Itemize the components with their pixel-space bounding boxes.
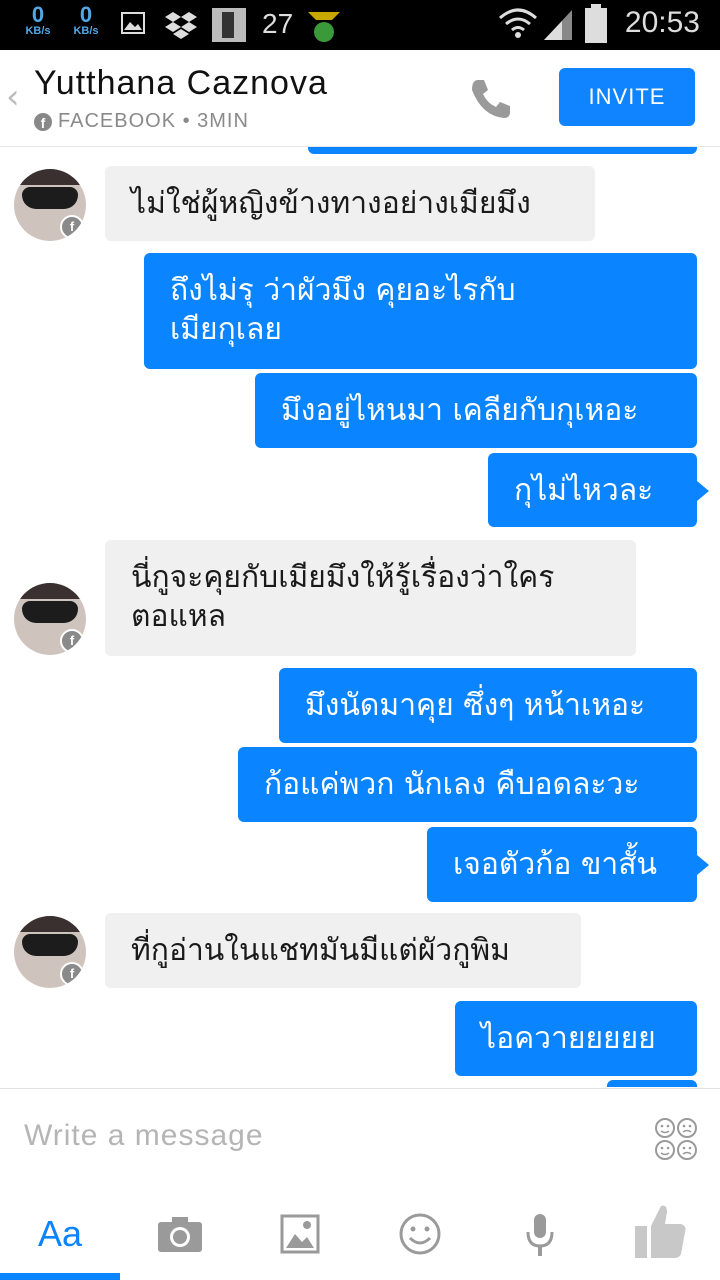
status-bar: 0 KB/s 0 KB/s 27 20:53 <box>0 0 720 50</box>
avatar-hair <box>14 583 86 599</box>
message-text: กุไม่ไหวละ <box>514 473 654 508</box>
avatar-glasses <box>22 601 78 623</box>
invite-button[interactable]: INVITE <box>559 68 695 126</box>
message-text-line: ถึงไม่รุ ว่าผัวมึง คุยอะไรกับ <box>170 273 516 308</box>
message-bubble-outgoing[interactable] <box>607 1080 697 1087</box>
net-speed-value: 0 <box>31 2 45 27</box>
facebook-icon: f <box>34 113 52 131</box>
composer: Write a message <box>0 1088 720 1189</box>
message-text: ไอควายยยยย <box>481 1021 656 1056</box>
conversation-header: ‹ Yutthana Caznova f FACEBOOK • 3MIN INV… <box>0 50 720 147</box>
microphone-icon <box>526 1214 554 1256</box>
avatar-hair <box>14 916 86 932</box>
facebook-badge-icon: f <box>60 629 84 653</box>
bubble-tail <box>697 481 709 501</box>
emoji-button[interactable] <box>360 1188 480 1280</box>
battery-icon <box>585 4 607 43</box>
network-speed-2: 0 KB/s <box>66 4 106 37</box>
avatar-glasses <box>22 934 78 956</box>
chevron-left-icon[interactable]: ‹ <box>6 80 20 114</box>
avatar[interactable]: f <box>14 583 86 655</box>
message-bubble-outgoing[interactable]: กุไม่ไหวละ <box>488 453 697 527</box>
avatar[interactable]: f <box>14 169 86 241</box>
smiley-icon <box>399 1213 441 1255</box>
wifi-icon <box>499 8 537 38</box>
camera-button[interactable] <box>120 1188 240 1280</box>
network-speed-1: 0 KB/s <box>18 4 58 37</box>
sticker-icon[interactable] <box>654 1117 698 1161</box>
bubble-tail <box>697 855 709 875</box>
avatar-hair <box>14 169 86 185</box>
message-text-line: เมียกุเลย <box>170 312 282 347</box>
message-bubble-outgoing[interactable]: มึงนัดมาคุย ซึ่งๆ หน้าเหอะ <box>279 668 697 743</box>
message-text: ที่กูอ่านในแชทมันมีแต่ผัวกูพิม <box>131 933 510 968</box>
message-list[interactable]: f ไม่ใช่ผู้หญิงข้างทางอย่างเมียมึง ถึงไม… <box>0 147 720 1087</box>
text-tab[interactable]: Aa <box>0 1188 120 1280</box>
net-speed-unit: KB/s <box>73 25 99 37</box>
active-tab-indicator <box>0 1273 120 1280</box>
message-bubble-outgoing[interactable]: เจอตัวก้อ ขาสั้น <box>427 827 697 902</box>
message-input[interactable]: Write a message <box>24 1119 264 1153</box>
contact-name[interactable]: Yutthana Caznova <box>34 64 328 103</box>
like-button[interactable] <box>600 1188 720 1280</box>
composer-toolbar: Aa <box>0 1188 720 1280</box>
cell-signal-icon <box>544 10 572 40</box>
thumbs-up-icon <box>635 1205 686 1258</box>
message-text: เจอตัวก้อ ขาสั้น <box>453 847 658 882</box>
avatar-glasses <box>22 187 78 209</box>
message-text-line: นี่กูจะคุยกับเมียมึงให้รู้เรื่องว่าใคร <box>131 560 555 595</box>
gallery-notification-icon <box>121 12 145 34</box>
dropbox-icon <box>165 12 197 39</box>
message-text: มึงนัดมาคุย ซึ่งๆ หน้าเหอะ <box>305 688 646 723</box>
avatar[interactable]: f <box>14 916 86 988</box>
net-speed-value: 0 <box>79 2 93 27</box>
gallery-button[interactable] <box>240 1188 360 1280</box>
message-text-line: ตอแหล <box>131 599 226 634</box>
message-bubble-outgoing[interactable]: ก้อแค่พวก นักเลง คืบอดละวะ <box>238 747 697 822</box>
message-bubble-incoming[interactable]: ไม่ใช่ผู้หญิงข้างทางอย่างเมียมึง <box>105 166 595 241</box>
message-bubble-outgoing[interactable]: มึงอยู่ไหนมา เคลียกับกุเหอะ <box>255 373 697 448</box>
net-speed-unit: KB/s <box>25 25 51 37</box>
message-text: ก้อแค่พวก นักเลง คืบอดละวะ <box>264 767 640 802</box>
contact-subtitle: FACEBOOK • 3MIN <box>58 110 249 132</box>
facebook-badge-icon: f <box>60 215 84 239</box>
voice-button[interactable] <box>480 1188 600 1280</box>
app-notification-icon <box>212 8 246 42</box>
message-text: ไม่ใช่ผู้หญิงข้างทางอย่างเมียมึง <box>131 186 531 221</box>
message-bubble-incoming[interactable]: ที่กูอ่านในแชทมันมีแต่ผัวกูพิม <box>105 913 581 988</box>
message-bubble-outgoing[interactable]: ไอควายยยยย <box>455 1001 697 1076</box>
message-bubble-incoming[interactable]: นี่กูจะคุยกับเมียมึงให้รู้เรื่องว่าใคร ต… <box>105 540 636 656</box>
camera-icon <box>158 1217 202 1252</box>
image-icon <box>280 1214 320 1254</box>
message-text: มึงอยู่ไหนมา เคลียกับกุเหอะ <box>281 393 639 428</box>
notification-count: 27 <box>262 8 294 39</box>
clock: 20:53 <box>624 6 700 39</box>
message-bubble-outgoing[interactable]: ถึงไม่รุ ว่าผัวมึง คุยอะไรกับ เมียกุเลย <box>144 253 697 369</box>
phone-icon[interactable] <box>468 76 514 122</box>
message-bubble-outgoing[interactable] <box>308 147 697 154</box>
3g-signal-app-icon <box>308 12 340 42</box>
facebook-badge-icon: f <box>60 962 84 986</box>
